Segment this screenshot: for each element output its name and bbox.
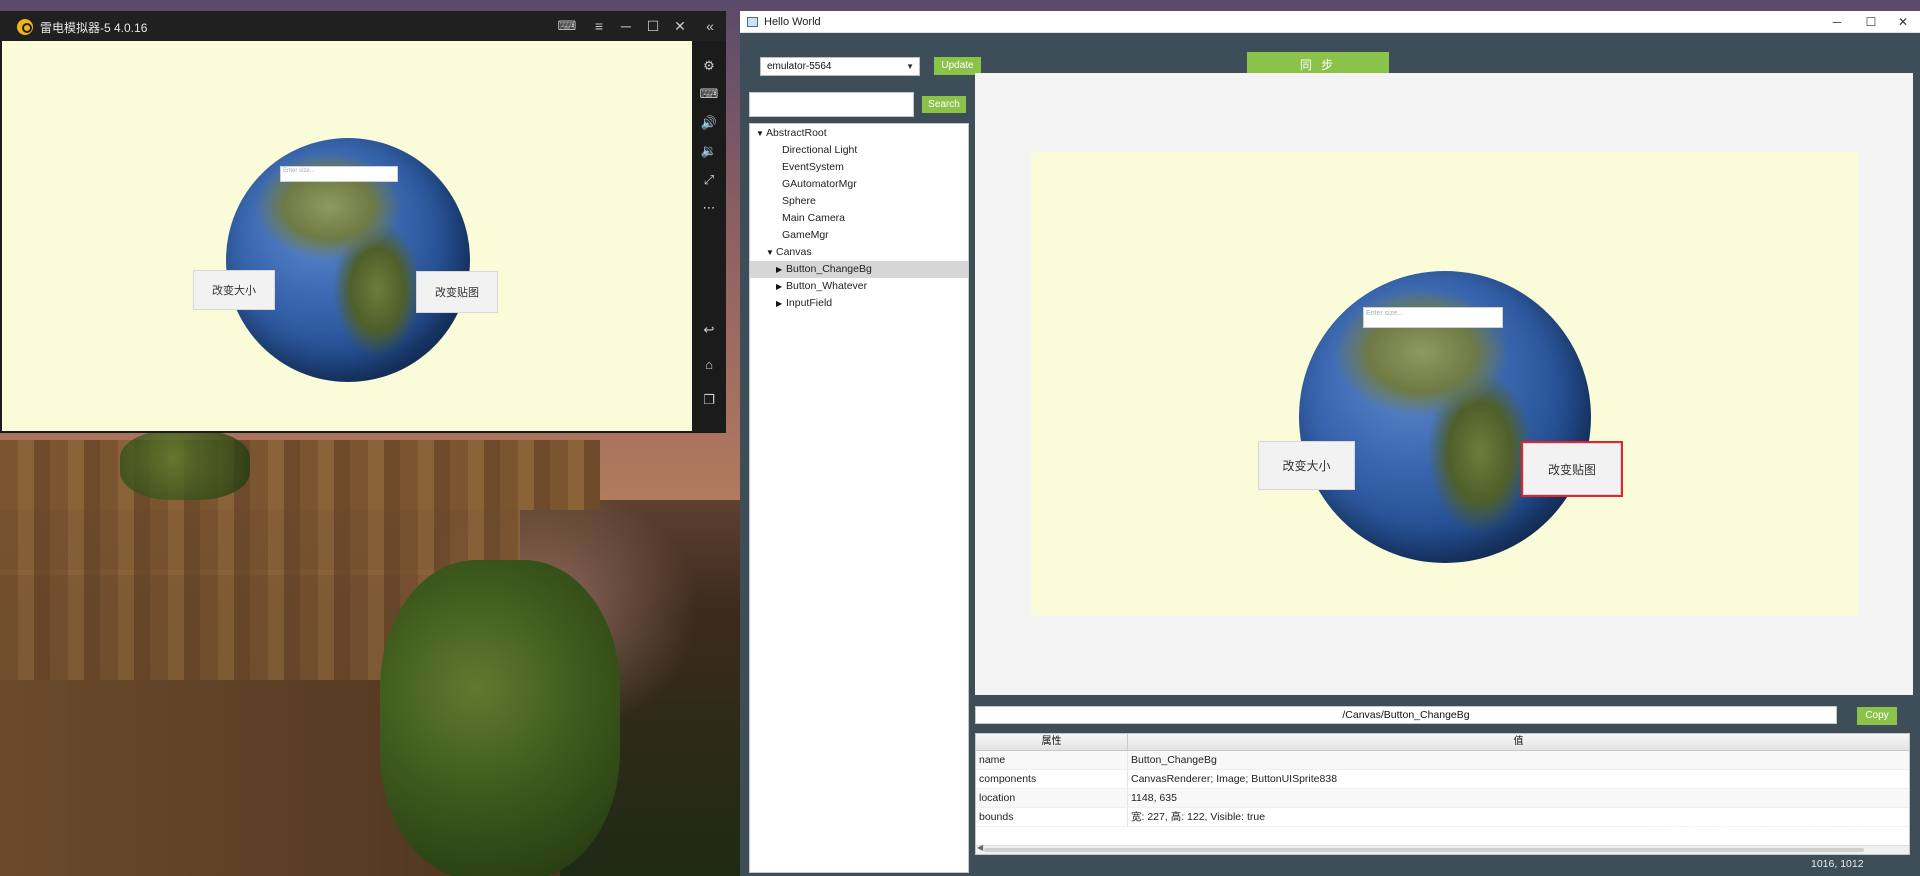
table-row[interactable]: name Button_ChangeBg xyxy=(976,751,1909,770)
change-texture-button-highlighted[interactable]: 改变贴图 xyxy=(1521,441,1623,497)
tree-item-label: Button_Whatever xyxy=(786,280,868,292)
hierarchy-tree: ▼ AbstractRoot Directional Light EventSyste… xyxy=(749,123,969,873)
emulator-title: 雷电模拟器-5 4.0.16 xyxy=(40,21,148,35)
change-texture-button[interactable]: 改变贴图 xyxy=(416,271,498,313)
keyboard-icon[interactable]: ⌨ xyxy=(699,85,719,103)
resize-button[interactable]: 改变大小 xyxy=(193,270,275,310)
update-button[interactable]: Update xyxy=(934,57,981,75)
fullscreen-icon[interactable]: ⤢ xyxy=(699,171,719,189)
home-icon[interactable]: ⌂ xyxy=(699,356,719,374)
property-key: bounds xyxy=(976,808,1128,826)
tree-item[interactable]: GameMgr xyxy=(750,227,968,244)
chevron-down-icon: ▼ xyxy=(906,62,914,71)
wood-plank xyxy=(0,505,520,575)
tree-toggle-icon[interactable]: ▼ xyxy=(756,125,766,142)
tree-item-label: Sphere xyxy=(782,195,816,207)
minimize-icon[interactable]: ─ xyxy=(1820,11,1854,33)
tree-toggle-icon[interactable]: ▶ xyxy=(776,278,786,295)
status-coordinates: 1016, 1012 xyxy=(1811,858,1864,870)
tree-item[interactable]: ▶ InputField xyxy=(750,295,968,312)
property-key: components xyxy=(976,770,1128,788)
hello-world-window: Hello World ─ ☐ ✕ emulator-5564 ▼ Update… xyxy=(740,11,1920,876)
watermark: testerhome.com xyxy=(1650,815,1910,850)
more-icon[interactable]: ⋯ xyxy=(699,199,719,217)
properties-header: 属性 值 xyxy=(976,734,1909,751)
tree-item[interactable]: Directional Light xyxy=(750,142,968,159)
close-icon[interactable]: ✕ xyxy=(670,17,690,35)
node-path-field[interactable]: /Canvas/Button_ChangeBg xyxy=(975,706,1837,724)
maximize-icon[interactable]: ☐ xyxy=(1854,11,1888,33)
tree-item[interactable]: ▼ Canvas xyxy=(750,244,968,261)
wood-plank xyxy=(0,440,600,510)
property-key: location xyxy=(976,789,1128,807)
tree-item[interactable]: Sphere xyxy=(750,193,968,210)
volume-down-icon[interactable]: 🔉 xyxy=(699,142,719,160)
size-input[interactable]: Enter size... xyxy=(1363,307,1503,328)
property-value: Button_ChangeBg xyxy=(1131,754,1217,766)
device-select-value: emulator-5564 xyxy=(767,61,832,72)
copy-button[interactable]: Copy xyxy=(1857,707,1897,725)
tree-item-label: Button_ChangeBg xyxy=(786,263,872,275)
size-input[interactable]: Enter size... xyxy=(280,166,398,182)
tree-item[interactable]: Main Camera xyxy=(750,210,968,227)
tree-item[interactable]: ▼ AbstractRoot xyxy=(750,125,968,142)
gamepad-icon[interactable]: ⌨ xyxy=(557,17,577,35)
foliage xyxy=(120,430,250,500)
maximize-icon[interactable]: ☐ xyxy=(643,17,663,35)
tree-toggle-icon[interactable]: ▼ xyxy=(766,244,776,261)
table-row[interactable]: location 1148, 635 xyxy=(976,789,1909,808)
recent-apps-icon[interactable]: ❐ xyxy=(699,391,719,409)
app-title: Hello World xyxy=(764,16,821,28)
hierarchy-pane: Search ▼ AbstractRoot Directional Light Eve… xyxy=(745,83,969,873)
tree-item-label: InputField xyxy=(786,297,833,309)
volume-up-icon[interactable]: 🔊 xyxy=(699,114,719,132)
back-icon[interactable]: ↩ xyxy=(699,321,719,339)
tree-item-label: GAutomatorMgr xyxy=(782,178,857,190)
property-value: 1148, 635 xyxy=(1131,792,1177,804)
emulator-screen[interactable]: Enter size... 改变大小 改变贴图 xyxy=(2,41,692,431)
tree-item-label: Directional Light xyxy=(782,144,858,156)
preview-canvas[interactable]: Enter size... 改变大小 改变贴图 xyxy=(1031,152,1858,616)
tree-item-label: GameMgr xyxy=(782,229,829,241)
settings-icon[interactable]: ⚙ xyxy=(699,57,719,75)
search-button[interactable]: Search xyxy=(922,96,966,113)
emulator-frame: 雷电模拟器-5 4.0.16 ⌨ ≡ ─ ☐ ✕ « Enter size...… xyxy=(0,11,726,433)
property-key: name xyxy=(976,751,1128,769)
search-input[interactable] xyxy=(749,92,914,117)
app-window-icon xyxy=(747,17,758,27)
header-value[interactable]: 值 xyxy=(1128,734,1909,750)
scroll-left-icon[interactable]: ◀ xyxy=(977,843,983,852)
ldplayer-logo-icon xyxy=(17,19,33,35)
resize-button[interactable]: 改变大小 xyxy=(1258,441,1355,490)
tree-toggle-icon[interactable]: ▶ xyxy=(776,261,786,278)
device-select[interactable]: emulator-5564 ▼ xyxy=(760,57,920,76)
table-row[interactable]: components CanvasRenderer; Image; ButtonU… xyxy=(976,770,1909,789)
foliage xyxy=(380,560,620,876)
tree-item[interactable]: GAutomatorMgr xyxy=(750,176,968,193)
tree-item-label: AbstractRoot xyxy=(766,127,827,139)
menu-icon[interactable]: ≡ xyxy=(589,17,609,35)
tree-item[interactable]: EventSystem xyxy=(750,159,968,176)
tree-item[interactable]: ▶ Button_ChangeBg xyxy=(750,261,968,278)
property-value: CanvasRenderer; Image; ButtonUISprite838 xyxy=(1131,773,1338,785)
tree-toggle-icon[interactable]: ▶ xyxy=(776,295,786,312)
close-icon[interactable]: ✕ xyxy=(1886,11,1920,33)
minimize-icon[interactable]: ─ xyxy=(616,17,636,35)
tree-item[interactable]: ▶ Button_Whatever xyxy=(750,278,968,295)
preview-pane: Enter size... 改变大小 改变贴图 xyxy=(975,73,1913,695)
tree-item-label: Canvas xyxy=(776,246,812,258)
collapse-icon[interactable]: « xyxy=(700,17,720,35)
emulator-sidebar: ⚙ ⌨ 🔊 🔉 ⤢ ⋯ ↩ ⌂ ❐ xyxy=(694,41,724,433)
app-title-bar: Hello World ─ ☐ ✕ xyxy=(740,11,1920,33)
emulator-title-bar: 雷电模拟器-5 4.0.16 ⌨ ≡ ─ ☐ ✕ « xyxy=(0,11,726,41)
header-key[interactable]: 属性 xyxy=(976,734,1128,750)
tree-item-label: Main Camera xyxy=(782,212,846,224)
tree-item-label: EventSystem xyxy=(782,161,844,173)
